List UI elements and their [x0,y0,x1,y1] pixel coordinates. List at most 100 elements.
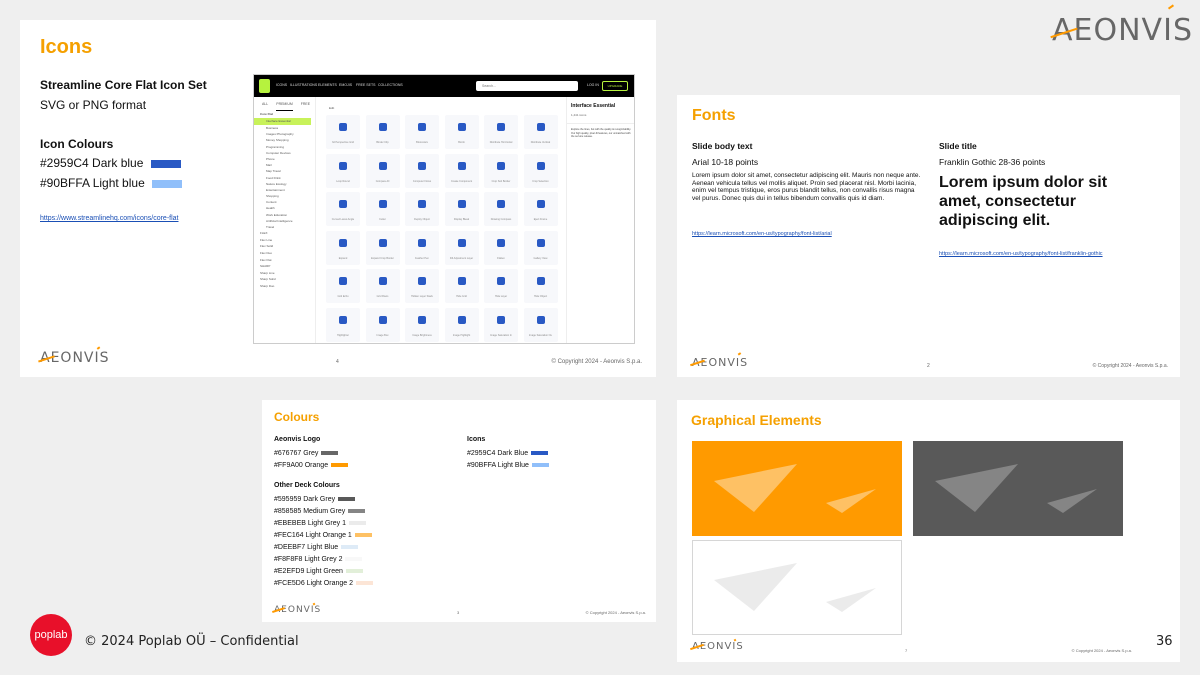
tile-icon [378,277,387,285]
icon-tile[interactable]: Image Highlight [444,307,479,342]
icon-tile[interactable]: Computer Flows [405,153,439,188]
icon-tile[interactable]: Image Brightness [405,307,439,342]
tab-all[interactable]: ALL [262,97,268,111]
nav-item[interactable]: ILLUSTRATIONS [290,83,317,87]
icon-tile[interactable]: Cutter [365,192,400,226]
logo-letter-a: A [692,641,700,652]
icon-tile[interactable]: Binoculars [405,115,439,149]
nav-item[interactable]: ICONS [276,83,287,87]
icon-tile[interactable]: Expand Crop Border [365,230,400,265]
panel-text: Explore the lines, but with the quality … [571,128,631,138]
icon-colour-light-label: #90BFFA Light blue [40,176,145,190]
icon-tile[interactable]: Image Saturation Ou [523,307,558,342]
sidebar-group[interactable]: FLEX [254,230,315,237]
icon-tile[interactable]: Binder Clip [365,115,400,149]
logo-letter-s: S [740,356,749,369]
icon-tile[interactable]: Compare All [365,153,400,188]
tile-label: Grid Rows [376,295,389,298]
tile-icon [339,200,347,208]
nav-item[interactable]: ELEMENTS [318,83,337,87]
icon-tile[interactable]: Distribute Horizontal [484,115,518,149]
tile-icon [536,277,545,285]
icon-tile[interactable]: Curved Lasso Angle [326,192,360,226]
logo-letter-s: S [314,605,322,615]
icon-tile[interactable]: Grid Echo [326,269,360,303]
logo-letters: EONV [1073,13,1164,48]
colour-swatch [354,533,372,538]
icon-tile[interactable]: Image Saturation In [484,307,518,342]
search-input[interactable]: Search... [476,81,578,91]
colour-swatch [348,509,366,514]
icon-tile[interactable]: Create Component [444,153,479,188]
icon-tile[interactable]: Hide Object [523,269,558,303]
icon-tile[interactable]: Crop Sub Border [484,153,518,188]
icon-tile[interactable]: Loop Round [326,153,360,188]
tile-icon [339,238,347,247]
tab-free[interactable]: FREE [301,97,310,111]
graphic-panel-grey [913,441,1123,536]
streamline-link[interactable]: https://www.streamlinehq.com/icons/core-… [40,215,179,222]
colour-swatch [348,521,366,526]
icon-tile[interactable]: Crop Selection [523,153,558,188]
icon-tile[interactable]: Flatten [484,230,518,265]
icon-tile[interactable]: Eject Frame [523,192,558,226]
tile-icon [457,200,466,208]
tile-label: Create Component [450,179,473,183]
icon-tile[interactable]: Hide Grid [444,269,479,303]
sidebar-group[interactable]: Sharp Solid [254,276,315,283]
sidebar-section[interactable]: Core Flat [254,111,315,118]
icon-tile[interactable]: Drawing Compass [484,192,518,226]
login-button[interactable]: LOG IN [587,83,599,87]
sidebar-group[interactable]: Flex Line [254,237,315,244]
icon-tile[interactable]: Deploy Object [405,192,439,226]
sidebar-group[interactable]: SHARP [254,263,315,270]
sidebar-group[interactable]: Sharp Duo [254,283,315,290]
arial-link[interactable]: https://learn.microsoft.com/en-us/typogr… [692,231,832,237]
upgrade-label: UPGRADE [607,84,623,88]
tile-label: Drawing Compass [490,218,512,221]
upgrade-button[interactable]: UPGRADE [602,81,628,91]
franklin-link[interactable]: https://learn.microsoft.com/en-us/typogr… [939,251,1103,257]
orange-triangles-graphic [692,441,902,536]
colour-row: #FCE5D6 Light Orange 2 [274,578,373,590]
sidebar-group[interactable]: Sharp Line [254,270,315,277]
icon-tile[interactable]: Grid Rows [365,269,400,303]
logo-letter-i: I [1163,13,1173,48]
streamline-logo-icon [259,79,270,93]
tile-label: Display Bleak [453,218,470,221]
icon-tile[interactable]: Bomb [444,115,479,149]
colour-label: #EBEBEB Light Grey 1 [274,520,346,527]
poplab-badge: poplab [30,614,72,656]
colour-row: #858585 Medium Grey [274,506,373,518]
icon-tile[interactable]: Distribute Vertical [523,115,558,149]
sidebar-group[interactable]: Flex Flat [254,257,315,264]
icon-tile[interactable]: Hidden Layer Stack [405,269,439,303]
nav-item[interactable]: EMOJIS [339,83,352,87]
tile-icon [497,161,505,170]
icon-tile[interactable]: Gallery View [523,230,558,265]
aeonvis-logo: A EONV I S [1052,12,1193,48]
icon-tile[interactable]: 3d Perspective Grid [326,115,360,149]
tile-label: Fill Adjustment Layer [449,256,474,260]
sidebar-item-active[interactable]: Interface Essential [254,118,311,125]
colour-swatch [331,462,349,467]
icon-tile[interactable]: Hide Layer [484,269,518,303]
icon-tile[interactable]: Image Box [365,307,400,342]
nav-item[interactable]: FREE SETS [356,83,375,87]
screenshot-topbar: ICONS ILLUSTRATIONS ELEMENTS EMOJIS FREE… [254,75,634,97]
sidebar-group[interactable]: Flex Solid [254,243,315,250]
tab-premium[interactable]: PREMIUM [276,97,293,111]
icon-tile[interactable]: Expand [326,230,360,265]
colour-label: #595959 Dark Grey [274,496,336,503]
sidebar-group[interactable]: Flex Duo [254,250,315,257]
logo-letter-i: I [310,605,315,615]
tile-icon [457,277,466,285]
logo-letter-a: A [692,356,701,369]
icon-tile[interactable]: Feather Pen [405,230,439,265]
icon-tile[interactable]: Highlighter [326,307,360,342]
tile-icon [418,161,426,170]
nav-item[interactable]: COLLECTIONS [378,83,403,87]
icon-tile[interactable]: Display Bleak [444,192,479,226]
slide-logo: A EONV I S [692,356,748,369]
icon-tile[interactable]: Fill Adjustment Layer [444,230,479,265]
